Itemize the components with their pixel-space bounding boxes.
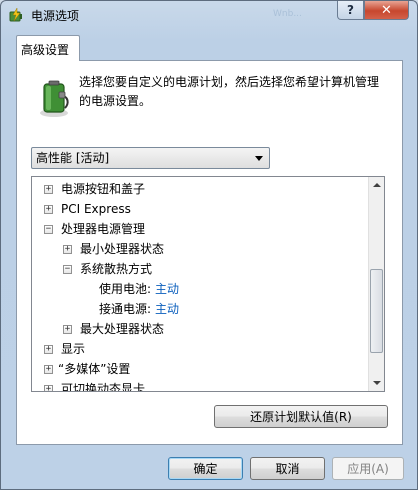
power-options-icon xyxy=(9,7,22,22)
setting-label: 使用电池: xyxy=(99,282,152,296)
tab-advanced-settings[interactable]: 高级设置 xyxy=(16,35,80,61)
tree-item-label: 最大处理器状态 xyxy=(80,322,165,336)
tree-item-multimedia-settings[interactable]: + “多媒体”设置 xyxy=(32,359,362,379)
tree-item-label: 显示 xyxy=(61,342,86,356)
tree-item-label: “多媒体”设置 xyxy=(58,362,131,376)
tree-item-label: 最小处理器状态 xyxy=(80,242,165,256)
window-title: 电源选项 xyxy=(31,9,80,23)
description-text: 选择您要自定义的电源计划，然后选择您希望计算机管理的电源设置。 xyxy=(79,75,380,108)
scrollbar-thumb[interactable] xyxy=(370,269,383,353)
expand-icon[interactable]: + xyxy=(44,205,53,214)
setting-value-link[interactable]: 主动 xyxy=(155,279,179,299)
expand-icon[interactable]: + xyxy=(44,365,53,374)
setting-value-link[interactable]: 主动 xyxy=(155,299,179,319)
close-button[interactable]: ✕ xyxy=(364,1,409,20)
tree-item-label: 电源按钮和盖子 xyxy=(61,182,146,196)
tree-item-on-battery[interactable]: 使用电池: 主动 xyxy=(32,279,362,299)
expand-icon[interactable]: + xyxy=(44,385,53,391)
expand-icon[interactable]: + xyxy=(63,325,72,334)
settings-tree[interactable]: + 电源按钮和盖子 + PCI Express − 处理器电源管理 + 最小处理… xyxy=(31,176,385,392)
power-plan-dropdown[interactable]: 高性能 [活动] xyxy=(31,147,270,169)
tree-item-switchable-graphics[interactable]: + 可切换动态显卡 xyxy=(32,379,362,392)
tree-item-system-cooling-policy[interactable]: − 系统散热方式 xyxy=(32,259,362,279)
tree-item-processor-power-management[interactable]: − 处理器电源管理 xyxy=(32,219,362,239)
advanced-settings-panel: 选择您要自定义的电源计划，然后选择您希望计算机管理的电源设置。 高性能 [活动]… xyxy=(16,60,403,445)
apply-button[interactable]: 应用(A) xyxy=(332,457,404,480)
tree-item-label: 可切换动态显卡 xyxy=(61,382,146,392)
tree-item-pci-express[interactable]: + PCI Express xyxy=(32,199,362,219)
collapse-icon[interactable]: − xyxy=(63,265,72,274)
power-plan-selected-value: 高性能 [活动] xyxy=(36,151,110,165)
scroll-down-arrow-icon[interactable] xyxy=(369,375,384,391)
expand-icon[interactable]: + xyxy=(44,185,53,194)
help-button[interactable]: ? xyxy=(337,1,364,20)
restore-plan-defaults-button[interactable]: 还原计划默认值(R) xyxy=(214,405,388,428)
expand-icon[interactable]: + xyxy=(63,245,72,254)
expand-icon[interactable]: + xyxy=(44,345,53,354)
title-bar[interactable]: 电源选项 Wnb... ? ✕ xyxy=(1,1,417,29)
tree-item-label: PCI Express xyxy=(61,202,131,216)
tree-item-label: 处理器电源管理 xyxy=(61,222,146,236)
cancel-button[interactable]: 取消 xyxy=(250,457,325,480)
ok-button[interactable]: 确定 xyxy=(168,457,243,480)
tree-item-min-processor-state[interactable]: + 最小处理器状态 xyxy=(32,239,362,259)
tree-item-display[interactable]: + 显示 xyxy=(32,339,362,359)
background-ghost-text: Wnb... xyxy=(273,9,302,19)
vertical-scrollbar[interactable] xyxy=(368,177,384,391)
collapse-icon[interactable]: − xyxy=(44,225,53,234)
tree-item-max-processor-state[interactable]: + 最大处理器状态 xyxy=(32,319,362,339)
tree-item-label: 系统散热方式 xyxy=(80,262,153,276)
scroll-up-arrow-icon[interactable] xyxy=(369,177,384,193)
setting-label: 接通电源: xyxy=(99,302,152,316)
power-options-window: 电源选项 Wnb... ? ✕ 高级设置 选择您要自定义的电源计划，然后选择您希… xyxy=(0,0,418,490)
chevron-down-icon xyxy=(255,156,263,161)
battery-icon xyxy=(40,80,69,117)
tree-item-power-buttons-and-lid[interactable]: + 电源按钮和盖子 xyxy=(32,179,362,199)
tree-item-plugged-in[interactable]: 接通电源: 主动 xyxy=(32,299,362,319)
